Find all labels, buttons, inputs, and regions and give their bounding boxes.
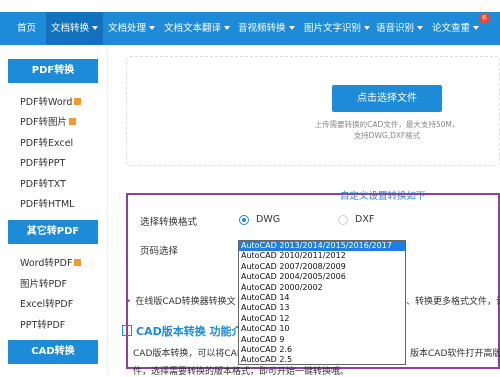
- top-strip: [0, 0, 500, 12]
- section-paragraph-tail: 版本CAD软件打开高版本: [410, 349, 500, 359]
- sidebar-item-pdf-txt[interactable]: PDF转TXT: [20, 176, 66, 190]
- section-paragraph: CAD版本转换，可以将CAD: [133, 349, 244, 359]
- version-option[interactable]: AutoCAD 2013/2014/2015/2016/2017: [239, 241, 405, 252]
- sidebar-item-excel-pdf[interactable]: Excel转PDF: [20, 296, 73, 310]
- choose-file-button[interactable]: 点击选择文件: [332, 85, 442, 112]
- info-line: • 在线版CAD转换器转换文: [126, 294, 236, 307]
- sidebar-item-pdf-image[interactable]: PDF转图片: [20, 114, 77, 128]
- format-dxf-radio[interactable]: [338, 215, 348, 225]
- upload-tip-line-2: 支持DWG,DXF格式: [353, 131, 421, 140]
- bullet-icon: •: [126, 297, 132, 307]
- version-option[interactable]: AutoCAD 2.5: [239, 355, 405, 364]
- format-dwg-radio[interactable]: [239, 215, 249, 225]
- nav-doc-process[interactable]: 文档处理: [108, 12, 156, 45]
- nav-audio-video-label: 音视频转换: [238, 23, 286, 34]
- section-paragraph-2: 件，选择需要转换的版本格式，即可开始一键转换哦。: [133, 367, 350, 377]
- sidebar-item-label: Word转PDF: [20, 258, 73, 269]
- chevron-down-icon: [417, 26, 424, 30]
- nav-doc-translate-label: 文档文本翻译: [164, 23, 222, 34]
- sidebar-item-pdf-word[interactable]: PDF转Word: [20, 94, 82, 108]
- info-text: 在线版CAD转换器转换文: [135, 297, 236, 307]
- version-option[interactable]: AutoCAD 2007/2008/2009: [239, 262, 405, 272]
- version-option[interactable]: AutoCAD 14: [239, 293, 405, 303]
- version-option[interactable]: AutoCAD 2004/2005/2006: [239, 272, 405, 282]
- version-option[interactable]: AutoCAD 12: [239, 314, 405, 324]
- format-label: 选择转换格式: [140, 217, 198, 228]
- section-title: CAD版本转换 功能介绍: [122, 323, 254, 339]
- version-option[interactable]: AutoCAD 10: [239, 324, 405, 334]
- info-line-tail: 、转换更多格式文件，请: [406, 297, 500, 307]
- chevron-down-icon: [149, 26, 156, 30]
- nav-doc-convert-label: 文档转换: [51, 23, 90, 34]
- sidebar-item-label: PDF转图片: [20, 117, 68, 128]
- nav-home[interactable]: 首页: [17, 12, 36, 45]
- sidebar-item-image-pdf[interactable]: 图片转PDF: [20, 276, 67, 290]
- sidebar-head-other[interactable]: 其它转PDF: [8, 220, 98, 244]
- nav-doc-translate[interactable]: 文档文本翻译: [164, 12, 231, 45]
- sidebar-item-pdf-excel[interactable]: PDF转Excel: [20, 135, 73, 149]
- sidebar-item-label: PDF转Word: [20, 97, 73, 108]
- nav-voice-ocr[interactable]: 语音识别: [376, 12, 424, 45]
- sidebar-item-word-pdf[interactable]: Word转PDF: [20, 255, 82, 269]
- chevron-down-icon: [364, 26, 371, 30]
- nav-image-ocr[interactable]: 图片文字识别: [304, 12, 371, 45]
- version-option[interactable]: AutoCAD 2010/2011/2012: [239, 251, 405, 261]
- sidebar: PDF转换 PDF转Word PDF转图片 PDF转Excel PDF转PPT …: [0, 45, 108, 375]
- site-logo[interactable]: [4, 0, 114, 7]
- main-nav: 首页 文档转换 文档处理 文档文本翻译 音视频转换 图片文字识别 语音识别 论文…: [0, 12, 500, 45]
- nav-audio-video[interactable]: 音视频转换: [238, 12, 295, 45]
- sidebar-head-pdf[interactable]: PDF转换: [8, 59, 98, 83]
- nav-paper-check[interactable]: 论文查重: [432, 12, 480, 45]
- nav-paper-check-label: 论文查重: [432, 23, 471, 34]
- chevron-down-icon: [92, 26, 99, 30]
- version-option[interactable]: AutoCAD 13: [239, 303, 405, 313]
- format-dwg-label[interactable]: DWG: [256, 214, 280, 225]
- upload-tip-line-1: 上传需要转换的CAD文件，最大支持50M，: [314, 120, 460, 129]
- nav-image-ocr-label: 图片文字识别: [304, 23, 362, 34]
- hot-icon: [74, 259, 82, 266]
- chevron-down-icon: [473, 26, 480, 30]
- chevron-down-icon: [288, 26, 295, 30]
- sidebar-item-ppt-pdf[interactable]: PPT转PDF: [20, 317, 65, 331]
- hot-icon: [74, 98, 82, 105]
- version-option[interactable]: AutoCAD 2.6: [239, 345, 405, 355]
- format-dxf-label[interactable]: DXF: [355, 214, 374, 225]
- book-icon: [122, 325, 132, 336]
- sidebar-head-cad[interactable]: CAD转换: [8, 340, 98, 364]
- chevron-down-icon: [224, 26, 231, 30]
- nav-doc-process-label: 文档处理: [108, 23, 147, 34]
- version-label: 页码选择: [140, 246, 179, 257]
- nav-voice-ocr-label: 语音识别: [376, 23, 415, 34]
- nav-doc-convert[interactable]: 文档转换: [46, 12, 104, 45]
- upload-tip: 上传需要转换的CAD文件，最大支持50M， 支持DWG,DXF格式: [307, 119, 467, 141]
- section-title-text: CAD版本转换 功能介绍: [136, 325, 254, 338]
- upload-area[interactable]: 点击选择文件 上传需要转换的CAD文件，最大支持50M， 支持DWG,DXF格式: [126, 56, 500, 166]
- sidebar-item-pdf-html[interactable]: PDF转HTML: [20, 196, 74, 210]
- version-option[interactable]: AutoCAD 2000/2002: [239, 283, 405, 293]
- sidebar-item-pdf-ppt[interactable]: PDF转PPT: [20, 155, 65, 169]
- version-option[interactable]: AutoCAD 9: [239, 335, 405, 345]
- paper-check-badge: 6: [480, 14, 489, 23]
- hot-icon: [69, 118, 77, 125]
- version-select-dropdown[interactable]: AutoCAD 2013/2014/2015/2016/2017 AutoCAD…: [238, 240, 406, 365]
